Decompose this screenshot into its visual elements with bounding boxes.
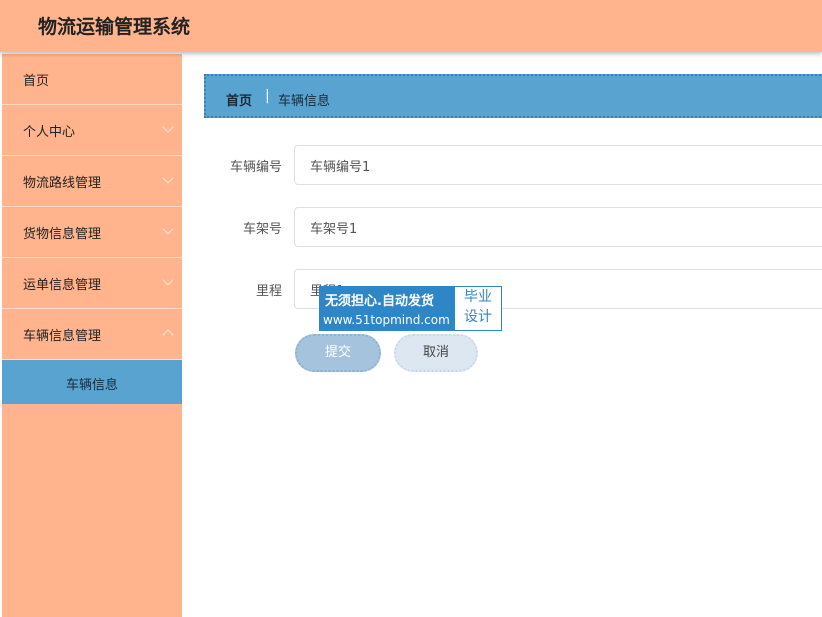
watermark-right-bottom: 设计 [464, 309, 492, 325]
sidebar-item-label: 车辆信息管理 [23, 329, 102, 344]
sidebar-subitem-label: 车辆信息 [65, 378, 118, 393]
sidebar-item-personal-center[interactable]: 个人中心 [2, 105, 182, 156]
form-row-vehicle-no: 车辆编号 [182, 145, 822, 185]
breadcrumb-home[interactable]: 首页 [226, 90, 252, 109]
cancel-button[interactable]: 取消 [394, 334, 478, 372]
watermark-line1: 无须担心.自动发货 [325, 294, 434, 309]
breadcrumb-current: 车辆信息 [278, 94, 331, 109]
submit-button[interactable]: 提交 [295, 334, 381, 372]
watermark-right-top: 毕业 [464, 289, 492, 305]
sidebar-item-goods-management[interactable]: 货物信息管理 [2, 207, 182, 258]
breadcrumb-separator: | [265, 88, 270, 104]
sidebar-item-route-management[interactable]: 物流路线管理 [2, 156, 182, 207]
watermark-badge: 无须担心.自动发货 www.51topmind.com 毕业 设计 [319, 286, 502, 331]
chevron-down-icon [162, 172, 174, 184]
sidebar-item-label: 首页 [23, 74, 50, 89]
main-content: 首页 | 车辆信息 车辆编号 车架号 里程 提交 取消 [182, 54, 822, 617]
chevron-down-icon [162, 223, 174, 235]
sidebar-item-label: 个人中心 [23, 125, 76, 140]
chevron-up-icon [162, 329, 174, 341]
breadcrumb: 首页 | 车辆信息 [204, 74, 822, 118]
sidebar: 首页 个人中心 物流路线管理 货物信息管理 运单信息管理 车辆信息管理 车辆信息 [2, 54, 182, 617]
frame-no-label: 车架号 [242, 222, 282, 237]
sidebar-item-home[interactable]: 首页 [2, 54, 182, 105]
sidebar-item-label: 运单信息管理 [23, 278, 102, 293]
chevron-down-icon [162, 274, 174, 286]
sidebar-item-vehicle-management[interactable]: 车辆信息管理 [2, 309, 182, 360]
watermark-left: 无须担心.自动发货 www.51topmind.com [319, 286, 454, 331]
vehicle-no-label: 车辆编号 [229, 160, 282, 175]
frame-no-input[interactable] [294, 207, 822, 247]
sidebar-item-waybill-management[interactable]: 运单信息管理 [2, 258, 182, 309]
chevron-down-icon [162, 121, 174, 133]
mileage-label: 里程 [255, 284, 282, 299]
watermark-right: 毕业 设计 [454, 286, 502, 331]
sidebar-item-label: 物流路线管理 [23, 176, 102, 191]
vehicle-no-input[interactable] [294, 145, 822, 185]
form-row-frame-no: 车架号 [182, 207, 822, 247]
form-row-mileage: 里程 [182, 269, 822, 309]
sidebar-item-label: 货物信息管理 [23, 227, 102, 242]
app-header: 物流运输管理系统 [0, 0, 822, 52]
watermark-url: www.51topmind.com [323, 313, 450, 327]
app-title: 物流运输管理系统 [38, 16, 191, 38]
sidebar-subitem-vehicle-info[interactable]: 车辆信息 [2, 360, 182, 404]
